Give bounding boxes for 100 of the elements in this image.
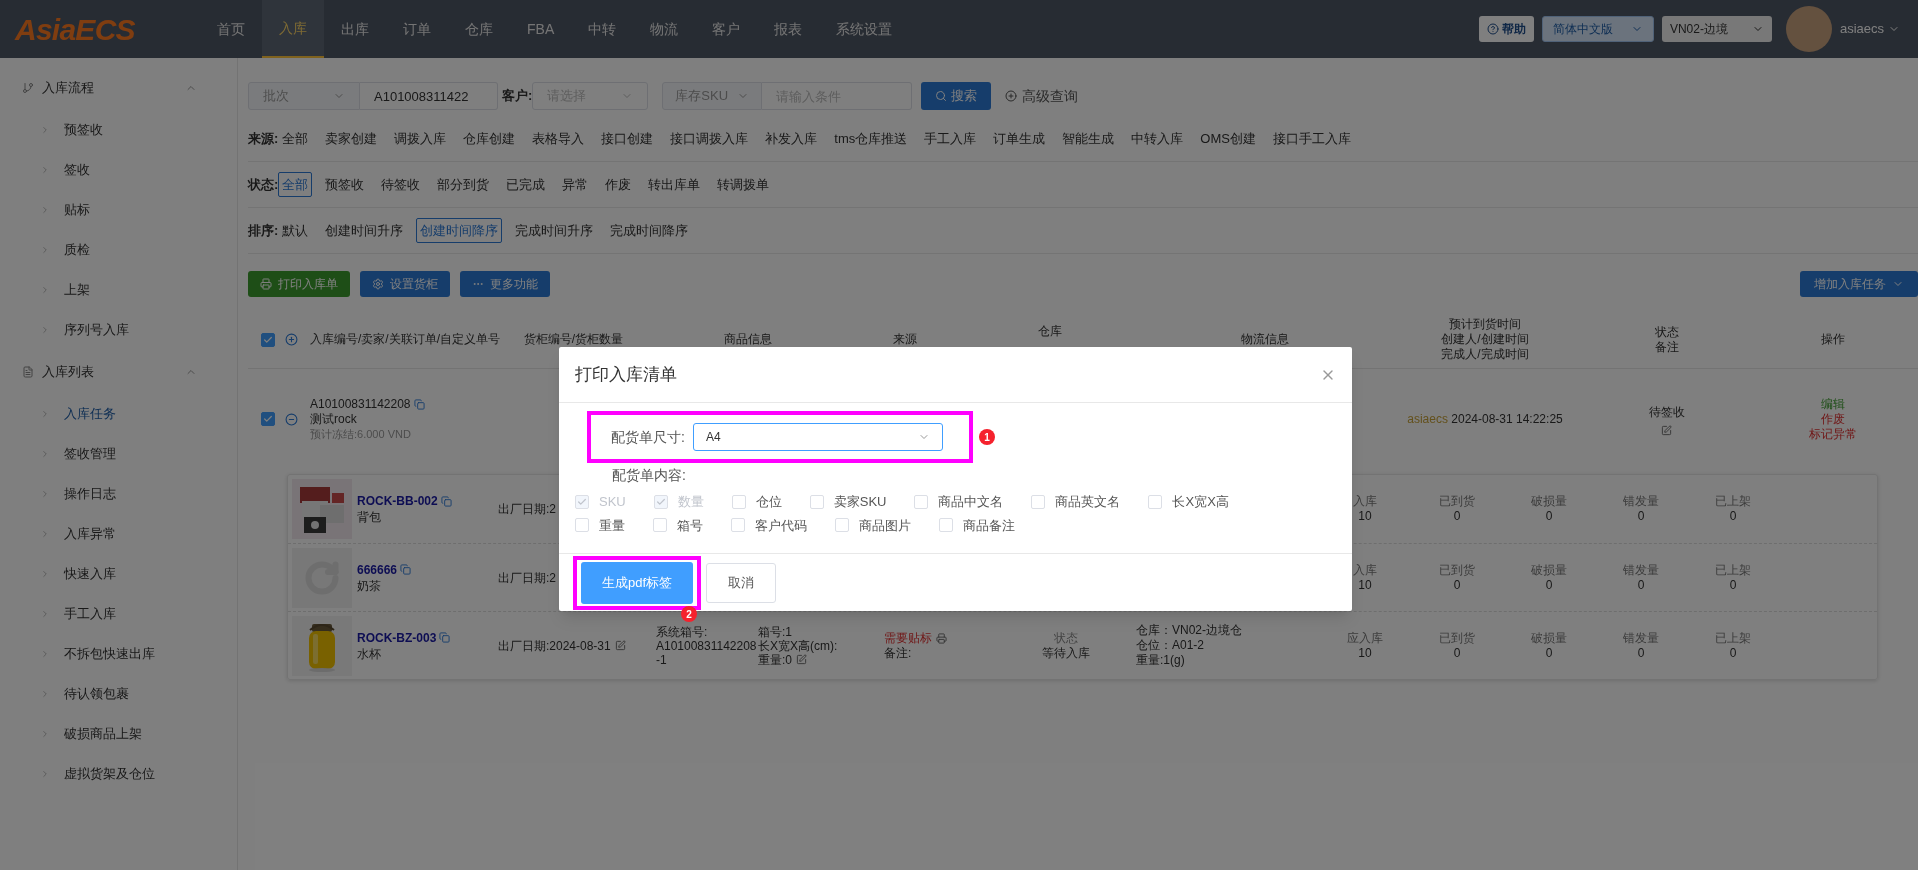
filter-option[interactable]: 作废 bbox=[601, 171, 636, 198]
search-button[interactable]: 搜索 bbox=[921, 82, 992, 110]
filter-option[interactable]: 卖家创建 bbox=[321, 125, 382, 152]
edit-icon[interactable] bbox=[796, 654, 807, 665]
sidebar-item[interactable]: 入库任务 bbox=[0, 394, 237, 434]
nav-tab[interactable]: 仓库 bbox=[448, 0, 510, 58]
filter-option[interactable]: 异常 bbox=[558, 171, 593, 198]
quantity-label: 已到货 bbox=[1439, 494, 1475, 509]
sidebar-item[interactable]: 上架 bbox=[0, 270, 237, 310]
filter-option[interactable]: 转出库单 bbox=[644, 171, 705, 198]
sidebar-item[interactable]: 预签收 bbox=[0, 110, 237, 150]
filter-option[interactable]: 完成时间降序 bbox=[606, 217, 693, 244]
sidebar-group[interactable]: 入库流程 bbox=[0, 66, 237, 110]
filter-option[interactable]: 默认 bbox=[278, 217, 313, 244]
option-label: SKU bbox=[599, 493, 626, 511]
sidebar-item[interactable]: 签收管理 bbox=[0, 434, 237, 474]
edit-icon[interactable] bbox=[614, 640, 626, 651]
sidebar-item[interactable]: 虚拟货架及仓位 bbox=[0, 754, 237, 794]
action-link[interactable]: 编辑 bbox=[1821, 396, 1845, 412]
nav-tab[interactable]: FBA bbox=[510, 0, 572, 58]
language-select[interactable]: 简体中文版 bbox=[1541, 16, 1654, 42]
sku-link[interactable]: ROCK-BZ-003 bbox=[357, 629, 437, 646]
avatar[interactable] bbox=[1785, 6, 1832, 52]
sidebar-group[interactable]: 入库列表 bbox=[0, 350, 237, 394]
filter-option[interactable]: 仓库创建 bbox=[459, 125, 520, 152]
filter-option[interactable]: 全部 bbox=[278, 125, 313, 152]
sku-link[interactable]: ROCK-BB-002 bbox=[357, 493, 438, 509]
nav-tab[interactable]: 客户 bbox=[695, 0, 758, 58]
checkbox[interactable] bbox=[261, 412, 275, 426]
batch-input[interactable]: A101008311422 bbox=[360, 82, 498, 110]
copy-icon[interactable] bbox=[413, 398, 425, 410]
filter-option[interactable]: 已完成 bbox=[502, 171, 550, 198]
sidebar-item[interactable]: 不拆包快速出库 bbox=[0, 634, 237, 674]
sidebar-item[interactable]: 操作日志 bbox=[0, 474, 237, 514]
cancel-button[interactable]: 取消 bbox=[706, 562, 776, 603]
size-select[interactable]: A4 bbox=[692, 423, 943, 451]
sidebar-item[interactable]: 手工入库 bbox=[0, 594, 237, 634]
filter-option[interactable]: 订单生成 bbox=[989, 125, 1050, 152]
action-button[interactable]: 设置货柜 bbox=[360, 271, 450, 297]
column-header: 备注 bbox=[1654, 339, 1679, 355]
filter-option[interactable]: 创建时间降序 bbox=[416, 217, 503, 244]
option-label: 商品图片 bbox=[859, 516, 911, 535]
column-header: 预计到货时间 bbox=[1449, 317, 1521, 332]
nav-tab[interactable]: 首页 bbox=[200, 0, 262, 58]
checkbox[interactable] bbox=[261, 332, 275, 347]
filter-option[interactable]: 接口手工入库 bbox=[1268, 125, 1355, 152]
settings-icon bbox=[372, 278, 384, 290]
filter-option[interactable]: 接口创建 bbox=[597, 125, 658, 152]
generate-pdf-button[interactable]: 生成pdf标签 bbox=[581, 561, 693, 604]
nav-tab[interactable]: 出库 bbox=[324, 0, 386, 58]
nav-tab[interactable]: 物流 bbox=[633, 0, 696, 58]
copy-icon[interactable] bbox=[439, 632, 451, 643]
sidebar-item[interactable]: 破损商品上架 bbox=[0, 714, 237, 754]
plus-icon bbox=[1005, 90, 1018, 102]
filter-option[interactable]: tms仓库推送 bbox=[830, 125, 912, 152]
action-button[interactable]: 更多功能 bbox=[460, 271, 550, 297]
filter-option[interactable]: 接口调拨入库 bbox=[666, 125, 753, 152]
sidebar-item[interactable]: 质检 bbox=[0, 230, 237, 270]
help-button[interactable]: 帮助 bbox=[1478, 16, 1534, 42]
filter-option[interactable]: 部分到货 bbox=[433, 171, 494, 198]
filter-option[interactable]: 全部 bbox=[278, 171, 313, 198]
user-menu[interactable]: asiaecs bbox=[1839, 19, 1900, 39]
nav-tab[interactable]: 中转 bbox=[571, 0, 634, 58]
warehouse-select[interactable]: VN02-边境 bbox=[1661, 16, 1772, 42]
filter-option[interactable]: 补发入库 bbox=[761, 125, 822, 152]
filter-option[interactable]: 预签收 bbox=[321, 171, 369, 198]
filter-option[interactable]: 智能生成 bbox=[1058, 125, 1119, 152]
nav-tab[interactable]: 订单 bbox=[386, 0, 448, 58]
add-task-button[interactable]: 增加入库任务 bbox=[1800, 271, 1918, 297]
collapse-icon[interactable] bbox=[285, 412, 298, 426]
sku-link[interactable]: 666666 bbox=[357, 561, 398, 578]
advanced-search-link[interactable]: 高级查询 bbox=[1005, 85, 1079, 107]
filter-option[interactable]: 创建时间升序 bbox=[321, 217, 408, 244]
column-header: 状态 bbox=[1654, 324, 1679, 340]
filter-option[interactable]: 调拨入库 bbox=[390, 125, 451, 152]
nav-tab[interactable]: 系统设置 bbox=[819, 0, 910, 58]
filter-option[interactable]: 完成时间升序 bbox=[511, 217, 598, 244]
filter-label: 来源: bbox=[248, 129, 279, 148]
sidebar-item[interactable]: 签收 bbox=[0, 150, 237, 190]
nav-tab[interactable]: 入库 bbox=[262, 0, 324, 58]
action-button[interactable]: 打印入库单 bbox=[248, 271, 350, 297]
sidebar-item[interactable]: 入库异常 bbox=[0, 514, 237, 554]
filter-option[interactable]: 转调拨单 bbox=[713, 171, 774, 198]
printer-icon[interactable] bbox=[936, 632, 947, 644]
filter-option[interactable]: 待签收 bbox=[377, 171, 425, 198]
action-link[interactable]: 标记异常 bbox=[1809, 426, 1857, 442]
nav-tab[interactable]: 报表 bbox=[757, 0, 820, 58]
filter-option[interactable]: 表格导入 bbox=[528, 125, 589, 152]
copy-icon[interactable] bbox=[400, 564, 412, 575]
sidebar-item[interactable]: 贴标 bbox=[0, 190, 237, 230]
copy-icon[interactable] bbox=[440, 495, 452, 507]
sidebar-item[interactable]: 序列号入库 bbox=[0, 310, 237, 350]
action-link[interactable]: 作废 bbox=[1821, 411, 1845, 427]
box-text: 箱号:1 bbox=[758, 624, 793, 639]
edit-icon[interactable] bbox=[1661, 424, 1672, 436]
filter-option[interactable]: 手工入库 bbox=[920, 125, 981, 152]
filter-option[interactable]: 中转入库 bbox=[1127, 125, 1188, 152]
sidebar-item[interactable]: 待认领包裹 bbox=[0, 674, 237, 714]
sidebar-item[interactable]: 快速入库 bbox=[0, 554, 237, 594]
filter-option[interactable]: OMS创建 bbox=[1196, 125, 1260, 152]
